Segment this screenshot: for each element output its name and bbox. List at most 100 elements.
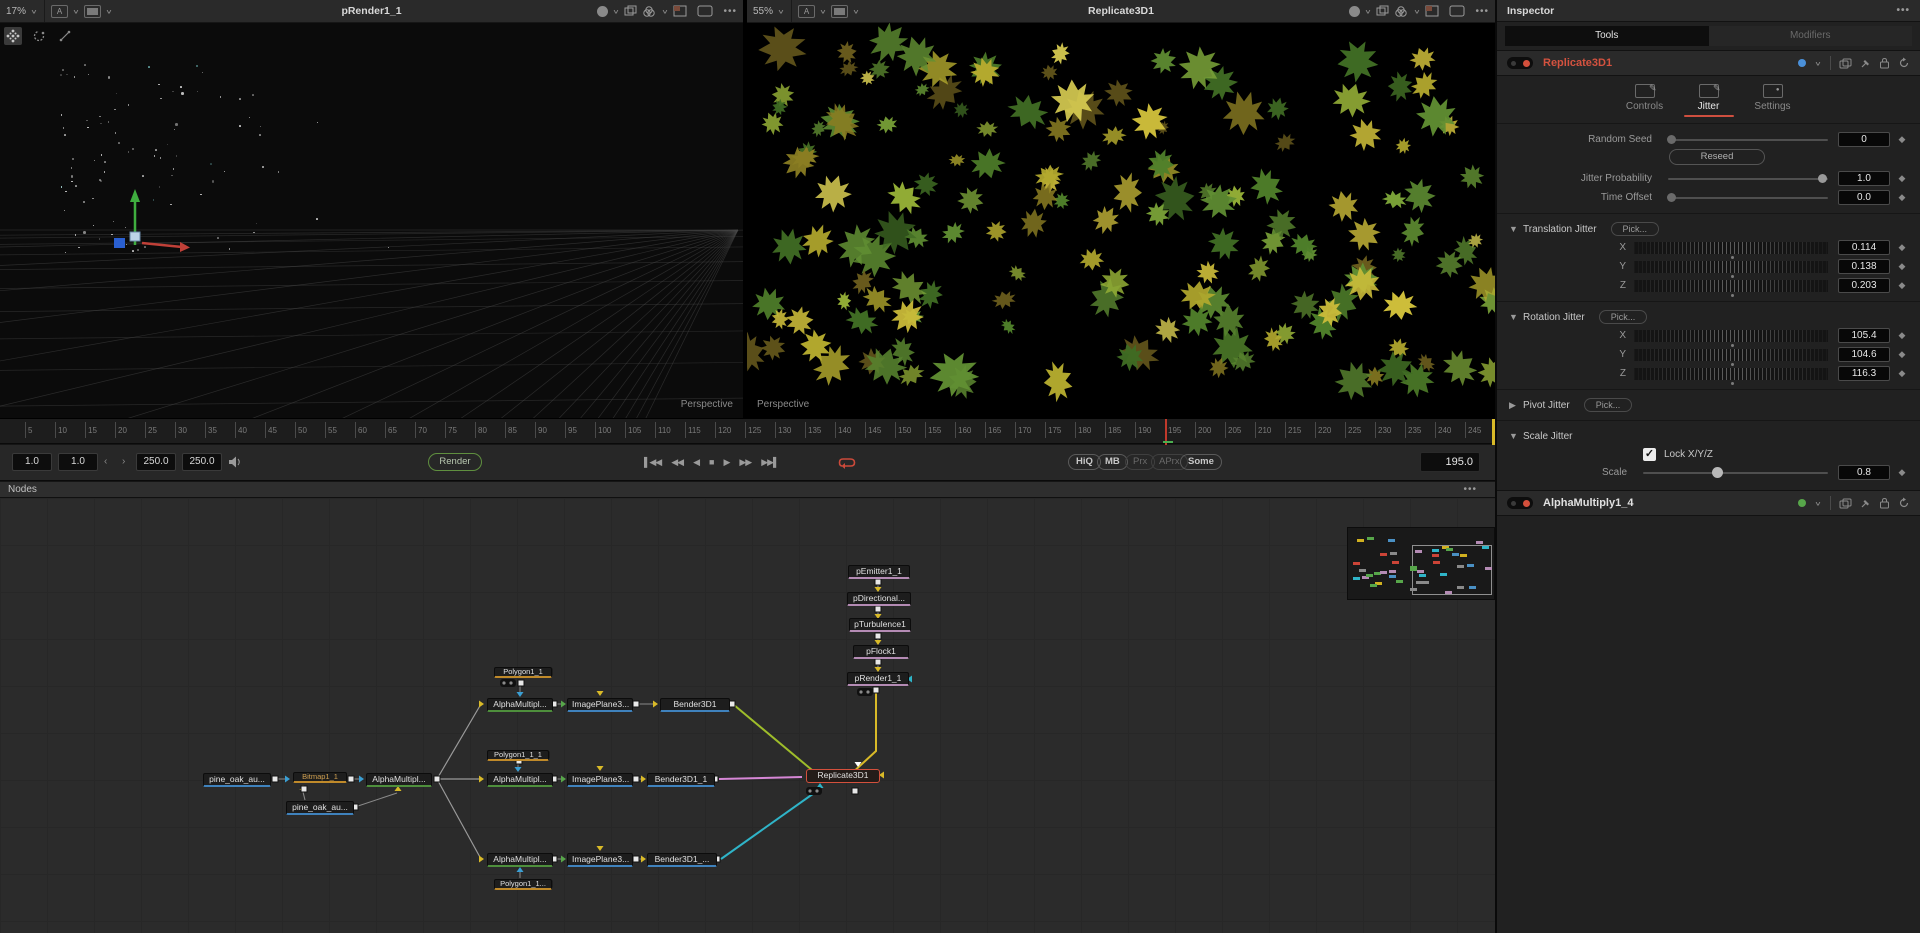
pick-button[interactable]: Pick... <box>1599 310 1648 324</box>
keyframe-icon[interactable]: ◆ <box>1890 242 1914 253</box>
reset-icon[interactable] <box>1898 497 1910 509</box>
axis-value[interactable]: 104.6 <box>1838 347 1890 362</box>
copy-icon[interactable] <box>1839 498 1852 509</box>
keyframe-icon[interactable]: ◆ <box>1890 280 1914 291</box>
jitter-probability-slider[interactable] <box>1668 178 1828 180</box>
graph-node-alphamultipl[interactable]: AlphaMultipl... <box>487 853 553 867</box>
play-button[interactable]: ▶ <box>723 453 729 471</box>
graph-node-alphamultipl[interactable]: AlphaMultipl... <box>487 773 553 787</box>
axis-value[interactable]: 0.138 <box>1838 259 1890 274</box>
loop-icon[interactable] <box>838 455 856 470</box>
range-slider[interactable] <box>1634 368 1828 380</box>
render-end-field[interactable]: 250.0 <box>136 453 176 471</box>
keyframe-icon[interactable]: ◆ <box>1890 134 1914 145</box>
range-slider[interactable] <box>1634 349 1828 361</box>
keyframe-icon[interactable]: ◆ <box>1890 467 1914 478</box>
scale-jitter-section-header[interactable]: ▼ Scale Jitter <box>1497 427 1920 445</box>
color-wheels-icon[interactable] <box>642 5 657 18</box>
rotate-tool-icon[interactable] <box>30 27 48 45</box>
view-layout-icon[interactable] <box>831 5 848 18</box>
chevron-down-icon[interactable]: ∨ <box>662 7 669 14</box>
axis-value[interactable]: 0.114 <box>1838 240 1890 255</box>
node-color-dot[interactable] <box>1798 499 1806 507</box>
lock-icon[interactable] <box>1879 57 1890 69</box>
graph-node-pine_oak_au[interactable]: pine_oak_au... <box>203 773 271 787</box>
viewport-menu-icon[interactable]: ••• <box>1475 6 1489 17</box>
range-slider[interactable] <box>1634 261 1828 273</box>
viewport-right[interactable]: Perspective 55% ∨ A ∨ ∨ ∨ ∨ ••• <box>747 0 1495 418</box>
graph-node-bitmap1_1[interactable]: Bitmap1_1 <box>293 772 347 783</box>
chevron-down-icon[interactable]: ∨ <box>819 7 826 14</box>
random-seed-value[interactable]: 0 <box>1838 132 1890 147</box>
section-header-translation-jitter[interactable]: ▼Translation JitterPick... <box>1497 220 1920 238</box>
graph-node-bender3d1_1[interactable]: Bender3D1_1 <box>647 773 715 787</box>
nodes-menu-icon[interactable]: ••• <box>1463 482 1477 498</box>
quality-hiq-button[interactable]: HiQ <box>1068 454 1101 470</box>
node-color-dot[interactable] <box>1798 59 1806 67</box>
chevron-down-icon[interactable]: ∨ <box>106 7 113 14</box>
zoom-level-left[interactable]: 17% <box>6 6 26 17</box>
lock-xyz-checkbox[interactable]: ✓ <box>1643 448 1656 461</box>
perspective-label-left[interactable]: Perspective <box>681 399 733 410</box>
frame-icon[interactable] <box>697 5 713 17</box>
range-slider[interactable] <box>1634 280 1828 292</box>
graph-node-bender3d1[interactable]: Bender3D1 <box>660 698 730 712</box>
graph-node-polygon1_1_1[interactable]: Polygon1_1_1 <box>487 750 549 761</box>
tab-modifiers[interactable]: Modifiers <box>1709 26 1913 46</box>
chevron-down-icon[interactable]: ∨ <box>1414 7 1421 14</box>
jitter-probability-value[interactable]: 1.0 <box>1838 171 1890 186</box>
time-offset-slider[interactable] <box>1668 197 1828 199</box>
axis-value[interactable]: 105.4 <box>1838 328 1890 343</box>
buffer-a-icon[interactable]: A <box>798 5 815 18</box>
layers-icon[interactable] <box>624 5 638 17</box>
pick-button[interactable]: Pick... <box>1584 398 1633 412</box>
step-back-button[interactable]: ‹ <box>104 453 107 471</box>
time-offset-value[interactable]: 0.0 <box>1838 190 1890 205</box>
keyframe-icon[interactable]: ◆ <box>1890 368 1914 379</box>
graph-node-pturbulence1[interactable]: pTurbulence1 <box>849 618 911 632</box>
timeline-ruler[interactable]: 5101520253035404550556065707580859095100… <box>0 418 1495 444</box>
graph-node-imageplane3[interactable]: ImagePlane3... <box>567 853 633 867</box>
graph-node-replicate3d1[interactable]: Replicate3D1 <box>806 769 880 783</box>
quality-some-button[interactable]: Some <box>1180 454 1222 470</box>
random-seed-slider[interactable] <box>1668 139 1828 141</box>
graph-node-polygon1_1[interactable]: Polygon1_1... <box>494 879 552 890</box>
global-end-field[interactable]: 250.0 <box>182 453 222 471</box>
viewport-menu-icon[interactable]: ••• <box>723 6 737 17</box>
inspector-menu-icon[interactable]: ••• <box>1896 0 1910 22</box>
quality-mb-button[interactable]: MB <box>1097 454 1128 470</box>
keyframe-icon[interactable]: ◆ <box>1890 349 1914 360</box>
split-view-icon[interactable] <box>673 5 687 17</box>
chevron-down-icon[interactable]: ∨ <box>30 7 37 14</box>
node-graph[interactable]: pine_oak_au...Bitmap1_1AlphaMultipl...pi… <box>0 498 1495 933</box>
range-slider[interactable] <box>1634 242 1828 254</box>
chevron-down-icon[interactable]: ∨ <box>777 7 784 14</box>
graph-node-bender3d1_[interactable]: Bender3D1_... <box>647 853 717 867</box>
zoom-control-right[interactable]: 55% ∨ <box>747 0 791 22</box>
tab-tools[interactable]: Tools <box>1505 26 1709 46</box>
pin-icon[interactable] <box>1860 58 1871 69</box>
graph-node-imageplane3[interactable]: ImagePlane3... <box>567 698 633 712</box>
graph-node-pdirectional[interactable]: pDirectional... <box>847 592 911 606</box>
subtab-settings[interactable]: Settings <box>1748 84 1798 117</box>
pick-button[interactable]: Pick... <box>1611 222 1660 236</box>
axis-value[interactable]: 116.3 <box>1838 366 1890 381</box>
split-view-icon[interactable] <box>1425 5 1439 17</box>
keyframe-icon[interactable]: ◆ <box>1890 330 1914 341</box>
keyframe-icon[interactable]: ◆ <box>1890 192 1914 203</box>
graph-node-prender1_1[interactable]: pRender1_1 <box>847 672 909 686</box>
reset-icon[interactable] <box>1898 57 1910 69</box>
channel-circle-icon[interactable] <box>1349 6 1360 17</box>
fast-reverse-button[interactable]: ◀◀ <box>671 453 683 471</box>
global-start-field[interactable]: 1.0 <box>12 453 52 471</box>
graph-node-imageplane3[interactable]: ImagePlane3... <box>567 773 633 787</box>
chevron-down-icon[interactable]: ∨ <box>613 7 620 14</box>
collapse-arrow-icon[interactable]: ▼ <box>1509 312 1523 322</box>
collapse-arrow-icon[interactable]: ▼ <box>1509 431 1523 441</box>
channel-circle-icon[interactable] <box>597 6 608 17</box>
reseed-button[interactable]: Reseed <box>1669 149 1765 165</box>
keyframe-icon[interactable]: ◆ <box>1890 261 1914 272</box>
stop-button[interactable]: ■ <box>709 453 713 471</box>
subtab-controls[interactable]: Controls <box>1620 84 1670 117</box>
scale-tool-icon[interactable] <box>56 27 74 45</box>
